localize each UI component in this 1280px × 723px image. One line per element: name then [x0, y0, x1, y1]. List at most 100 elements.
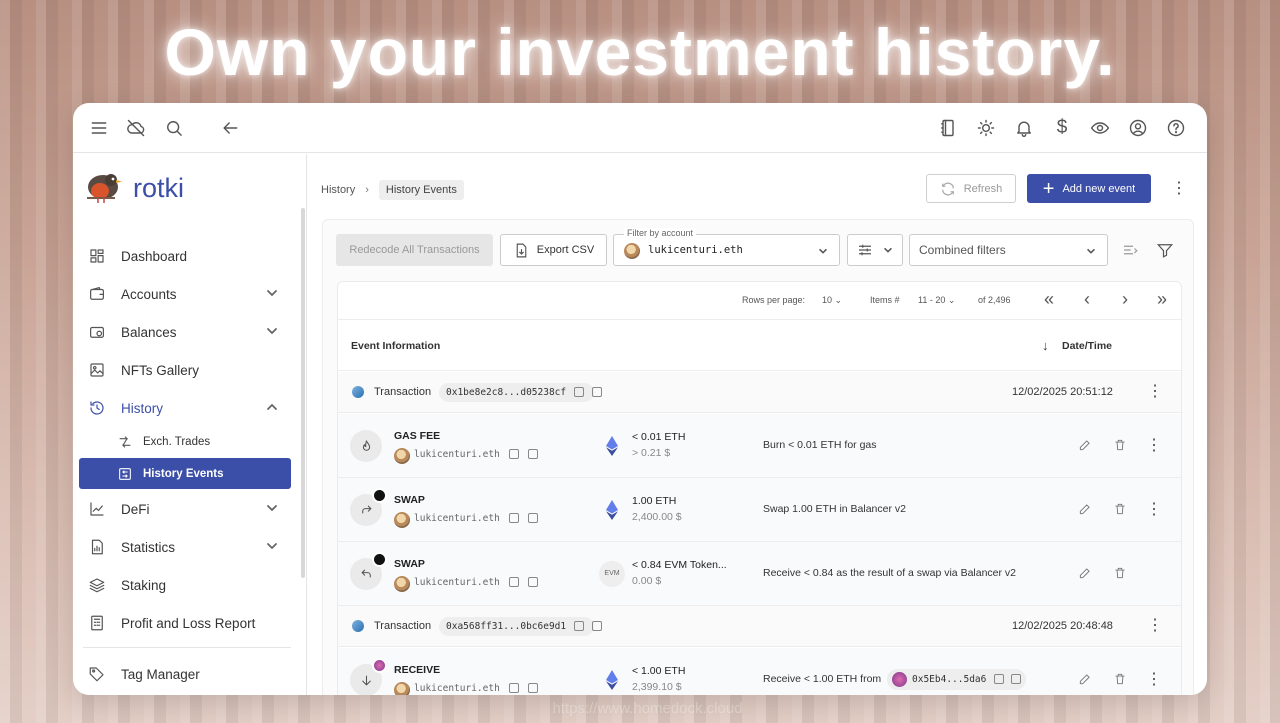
- rows-per-page-value: 10: [822, 295, 833, 305]
- event-amount: < 1.00 ETH: [632, 665, 686, 677]
- filter-options-button[interactable]: [847, 234, 903, 266]
- asset-evm-token-icon: EVM: [599, 561, 625, 587]
- external-link-icon[interactable]: [592, 387, 602, 397]
- copy-icon[interactable]: [509, 449, 519, 459]
- external-link-icon[interactable]: [528, 577, 538, 587]
- copy-icon[interactable]: [994, 674, 1005, 684]
- rows-per-page-label: Rows per page:: [742, 295, 806, 305]
- event-type: GAS FEE: [394, 430, 441, 442]
- event-value: 0.00 $: [632, 575, 662, 587]
- edit-icon[interactable]: [1078, 502, 1092, 516]
- more-menu-icon[interactable]: ⋮: [1146, 500, 1162, 520]
- items-range-value: 11 - 20: [918, 295, 946, 305]
- first-page-icon[interactable]: «: [1044, 289, 1054, 310]
- copy-icon[interactable]: [509, 577, 519, 587]
- chevron-down-icon: [884, 247, 892, 253]
- sort-down-icon[interactable]: ↓: [1042, 338, 1049, 353]
- notes-icon[interactable]: [936, 116, 960, 140]
- copy-icon[interactable]: [509, 683, 519, 693]
- account-filter-select[interactable]: Filter by account lukicenturi.eth: [613, 228, 840, 266]
- currency-icon[interactable]: $: [1050, 116, 1074, 140]
- sidebar-item-balances[interactable]: Balances: [79, 316, 291, 348]
- sidebar-subitem-exch-trades[interactable]: Exch. Trades: [79, 426, 291, 457]
- delete-icon[interactable]: [1113, 566, 1127, 580]
- sidebar-item-dashboard[interactable]: Dashboard: [79, 240, 291, 272]
- filter-icon[interactable]: [1156, 241, 1174, 259]
- more-menu-icon[interactable]: ⋮: [1146, 670, 1162, 690]
- trades-icon: [117, 433, 135, 451]
- sidebar: rotki Dashboard Accounts Balances NFTs G…: [73, 154, 307, 695]
- external-link-icon[interactable]: [528, 449, 538, 459]
- account-filter-label: Filter by account: [624, 228, 697, 238]
- sidebar-item-history[interactable]: History: [79, 392, 291, 424]
- top-bar: $: [73, 103, 1207, 153]
- brand-logo[interactable]: rotki: [83, 168, 184, 208]
- more-menu-icon[interactable]: ⋮: [1171, 179, 1187, 199]
- redecode-all-button[interactable]: Redecode All Transactions: [336, 234, 493, 266]
- history-events-card: Redecode All Transactions Export CSV Fil…: [322, 219, 1194, 695]
- items-range-select[interactable]: 11 - 20 ⌄: [918, 295, 955, 306]
- add-new-event-button[interactable]: + Add new event: [1027, 174, 1151, 203]
- sidebar-item-defi[interactable]: DeFi: [79, 493, 291, 525]
- refresh-button[interactable]: Refresh: [926, 174, 1016, 203]
- copy-icon[interactable]: [574, 387, 584, 397]
- edit-icon[interactable]: [1078, 438, 1092, 452]
- account-icon[interactable]: [1126, 116, 1150, 140]
- delete-icon[interactable]: [1113, 438, 1127, 452]
- protocol-badge-icon: [372, 488, 387, 503]
- balances-icon: [87, 322, 107, 342]
- bell-icon[interactable]: [1012, 116, 1036, 140]
- eth-icon: [606, 436, 618, 456]
- report-icon: [87, 613, 107, 633]
- rows-per-page-select[interactable]: 10 ⌄: [822, 295, 842, 306]
- sort-lines-icon[interactable]: [1121, 241, 1139, 259]
- sidebar-item-tag-manager[interactable]: Tag Manager: [79, 658, 291, 690]
- brand-name: rotki: [133, 172, 185, 203]
- delete-icon[interactable]: [1113, 502, 1127, 516]
- help-icon[interactable]: [1164, 116, 1188, 140]
- col-event-information: Event Information: [351, 340, 441, 352]
- external-link-icon[interactable]: [528, 513, 538, 523]
- sidebar-item-label: Accounts: [121, 286, 177, 302]
- next-page-icon[interactable]: ›: [1122, 289, 1128, 310]
- chevron-down-icon: [265, 539, 279, 553]
- last-page-icon[interactable]: »: [1157, 289, 1167, 310]
- theme-icon[interactable]: [974, 116, 998, 140]
- back-arrow-icon[interactable]: [218, 116, 242, 140]
- sidebar-item-profit-and-loss-report[interactable]: Profit and Loss Report: [79, 607, 291, 639]
- copy-icon[interactable]: [509, 513, 519, 523]
- more-menu-icon[interactable]: ⋮: [1147, 616, 1163, 636]
- sidebar-subitem-history-events[interactable]: History Events: [79, 458, 291, 489]
- more-menu-icon[interactable]: ⋮: [1146, 436, 1162, 456]
- robin-logo-icon: [87, 174, 122, 203]
- plus-icon: +: [1042, 177, 1055, 200]
- sidebar-item-accounts[interactable]: Accounts: [79, 278, 291, 310]
- menu-icon[interactable]: [87, 116, 111, 140]
- cloud-off-icon[interactable]: [124, 116, 148, 140]
- edit-icon[interactable]: [1078, 672, 1092, 686]
- export-csv-button[interactable]: Export CSV: [500, 234, 607, 266]
- sidebar-scrollbar[interactable]: [301, 208, 305, 578]
- delete-icon[interactable]: [1113, 672, 1127, 686]
- col-date-time[interactable]: Date/Time: [1062, 340, 1112, 352]
- external-link-icon[interactable]: [592, 621, 602, 631]
- combined-filters-input[interactable]: Combined filters: [909, 234, 1108, 266]
- copy-icon[interactable]: [574, 621, 584, 631]
- breadcrumb-parent[interactable]: History: [321, 184, 355, 196]
- sidebar-item-statistics[interactable]: Statistics: [79, 531, 291, 563]
- sidebar-subitem-label: Exch. Trades: [143, 435, 211, 448]
- sidebar-item-nfts-gallery[interactable]: NFTs Gallery: [79, 354, 291, 386]
- transaction-datetime: 12/02/2025 20:48:48: [1012, 620, 1113, 632]
- combined-filters-placeholder: Combined filters: [919, 243, 1006, 257]
- eye-icon[interactable]: [1088, 116, 1112, 140]
- edit-icon[interactable]: [1078, 566, 1092, 580]
- more-menu-icon[interactable]: ⋮: [1147, 382, 1163, 402]
- search-icon[interactable]: [162, 116, 186, 140]
- external-link-icon[interactable]: [528, 683, 538, 693]
- external-link-icon[interactable]: [1011, 674, 1022, 684]
- avatar: [394, 682, 410, 695]
- prev-page-icon[interactable]: ‹: [1084, 289, 1090, 310]
- sidebar-item-staking[interactable]: Staking: [79, 569, 291, 601]
- flame-icon: [350, 430, 382, 462]
- event-type: SWAP: [394, 558, 425, 570]
